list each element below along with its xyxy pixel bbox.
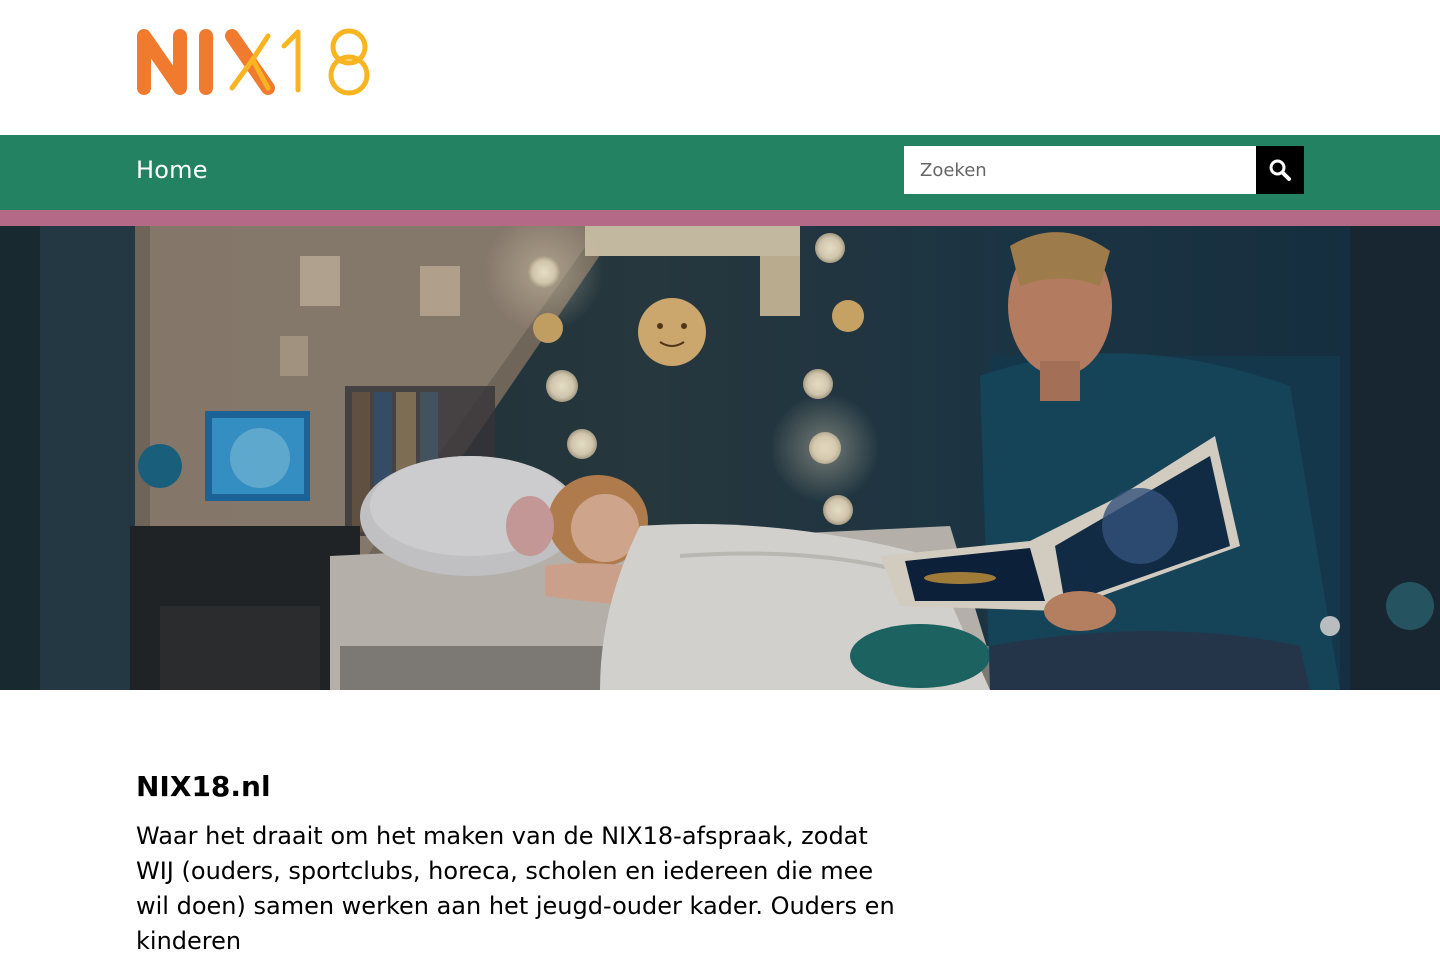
search-button[interactable] [1256, 146, 1304, 194]
site-header [0, 0, 1440, 135]
search-input[interactable] [904, 146, 1256, 194]
hero-illustration [0, 226, 1440, 690]
main-navigation: Home [0, 135, 1440, 210]
nix18-logo[interactable] [136, 26, 388, 96]
main-content: NIX18.nl Waar het draait om het maken va… [136, 770, 896, 959]
nix18-logo-icon [137, 28, 370, 96]
intro-paragraph: Waar het draait om het maken van de NIX1… [136, 822, 895, 955]
hero-image [0, 226, 1440, 690]
page-title: NIX18.nl [136, 770, 271, 803]
accent-bar [0, 210, 1440, 226]
search-form [904, 146, 1304, 194]
search-icon [1269, 159, 1291, 181]
nav-home-link[interactable]: Home [136, 156, 208, 184]
